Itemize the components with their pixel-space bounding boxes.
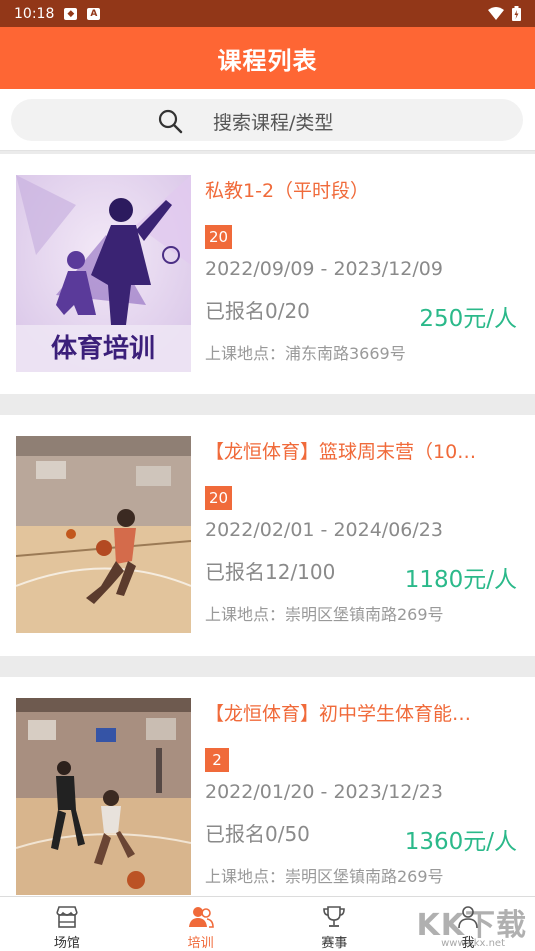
tab-training[interactable]: 培训: [134, 897, 268, 951]
course-title: 私教1-2（平时段）: [205, 180, 370, 202]
wifi-icon: [488, 7, 504, 20]
battery-icon: [512, 6, 521, 21]
tab-events[interactable]: 赛事: [268, 897, 402, 951]
app-notification-icon: A: [87, 7, 101, 20]
search-icon: [158, 109, 183, 134]
course-title: 【龙恒体育】初中学生体育能…: [205, 703, 472, 725]
course-price: 1360元/人: [404, 829, 517, 855]
tab-label: 培训: [187, 936, 214, 951]
status-bar: 10:18 ◆ A: [0, 0, 535, 27]
thumbnail-caption: 体育培训: [51, 333, 155, 364]
course-location: 上课地点：浦东南路3669号: [205, 344, 406, 363]
course-enrolled: 已报名0/20: [205, 299, 310, 323]
course-card[interactable]: 【龙恒体育】篮球周末营（10… 20 2022/02/01 - 2024/06/…: [0, 415, 535, 656]
watermark-url: www.kkx.net: [441, 938, 505, 949]
person-icon: [458, 906, 478, 929]
tab-label: 场馆: [53, 936, 80, 951]
course-card[interactable]: 体育培训 私教1-2（平时段） 20 2022/09/09 - 2023/12/…: [0, 154, 535, 394]
course-thumbnail: [16, 698, 191, 895]
tab-venues[interactable]: 场馆: [0, 897, 134, 951]
course-date-range: 2022/01/20 - 2023/12/23: [205, 781, 443, 803]
course-date-range: 2022/02/01 - 2024/06/23: [205, 519, 443, 541]
course-date-range: 2022/09/09 - 2023/12/09: [205, 258, 443, 280]
notification-icon: ◆: [64, 7, 78, 20]
tab-label: 赛事: [321, 936, 348, 951]
course-title: 【龙恒体育】篮球周末营（10…: [205, 441, 477, 463]
course-enrolled: 已报名0/50: [205, 822, 310, 846]
course-location: 上课地点：崇明区堡镇南路269号: [205, 605, 444, 624]
status-time: 10:18: [14, 5, 55, 22]
trophy-icon: [323, 906, 346, 927]
course-thumbnail: 体育培训: [16, 175, 191, 372]
store-icon: [56, 906, 78, 928]
course-card[interactable]: 【龙恒体育】初中学生体育能… 2 2022/01/20 - 2023/12/23…: [0, 677, 535, 896]
search-input[interactable]: 搜索课程/类型: [11, 99, 523, 141]
course-badge: 20: [205, 225, 233, 249]
course-price: 1180元/人: [404, 567, 517, 593]
page-title: 课程列表: [0, 27, 535, 89]
course-thumbnail: [16, 436, 191, 633]
search-area: 搜索课程/类型: [0, 89, 535, 151]
course-enrolled: 已报名12/100: [205, 560, 336, 584]
course-badge: 2: [205, 748, 229, 772]
course-location: 上课地点：崇明区堡镇南路269号: [205, 867, 444, 886]
users-icon: [188, 907, 214, 928]
course-price: 250元/人: [419, 306, 517, 332]
search-placeholder: 搜索课程/类型: [213, 112, 334, 134]
course-badge: 20: [205, 486, 233, 510]
